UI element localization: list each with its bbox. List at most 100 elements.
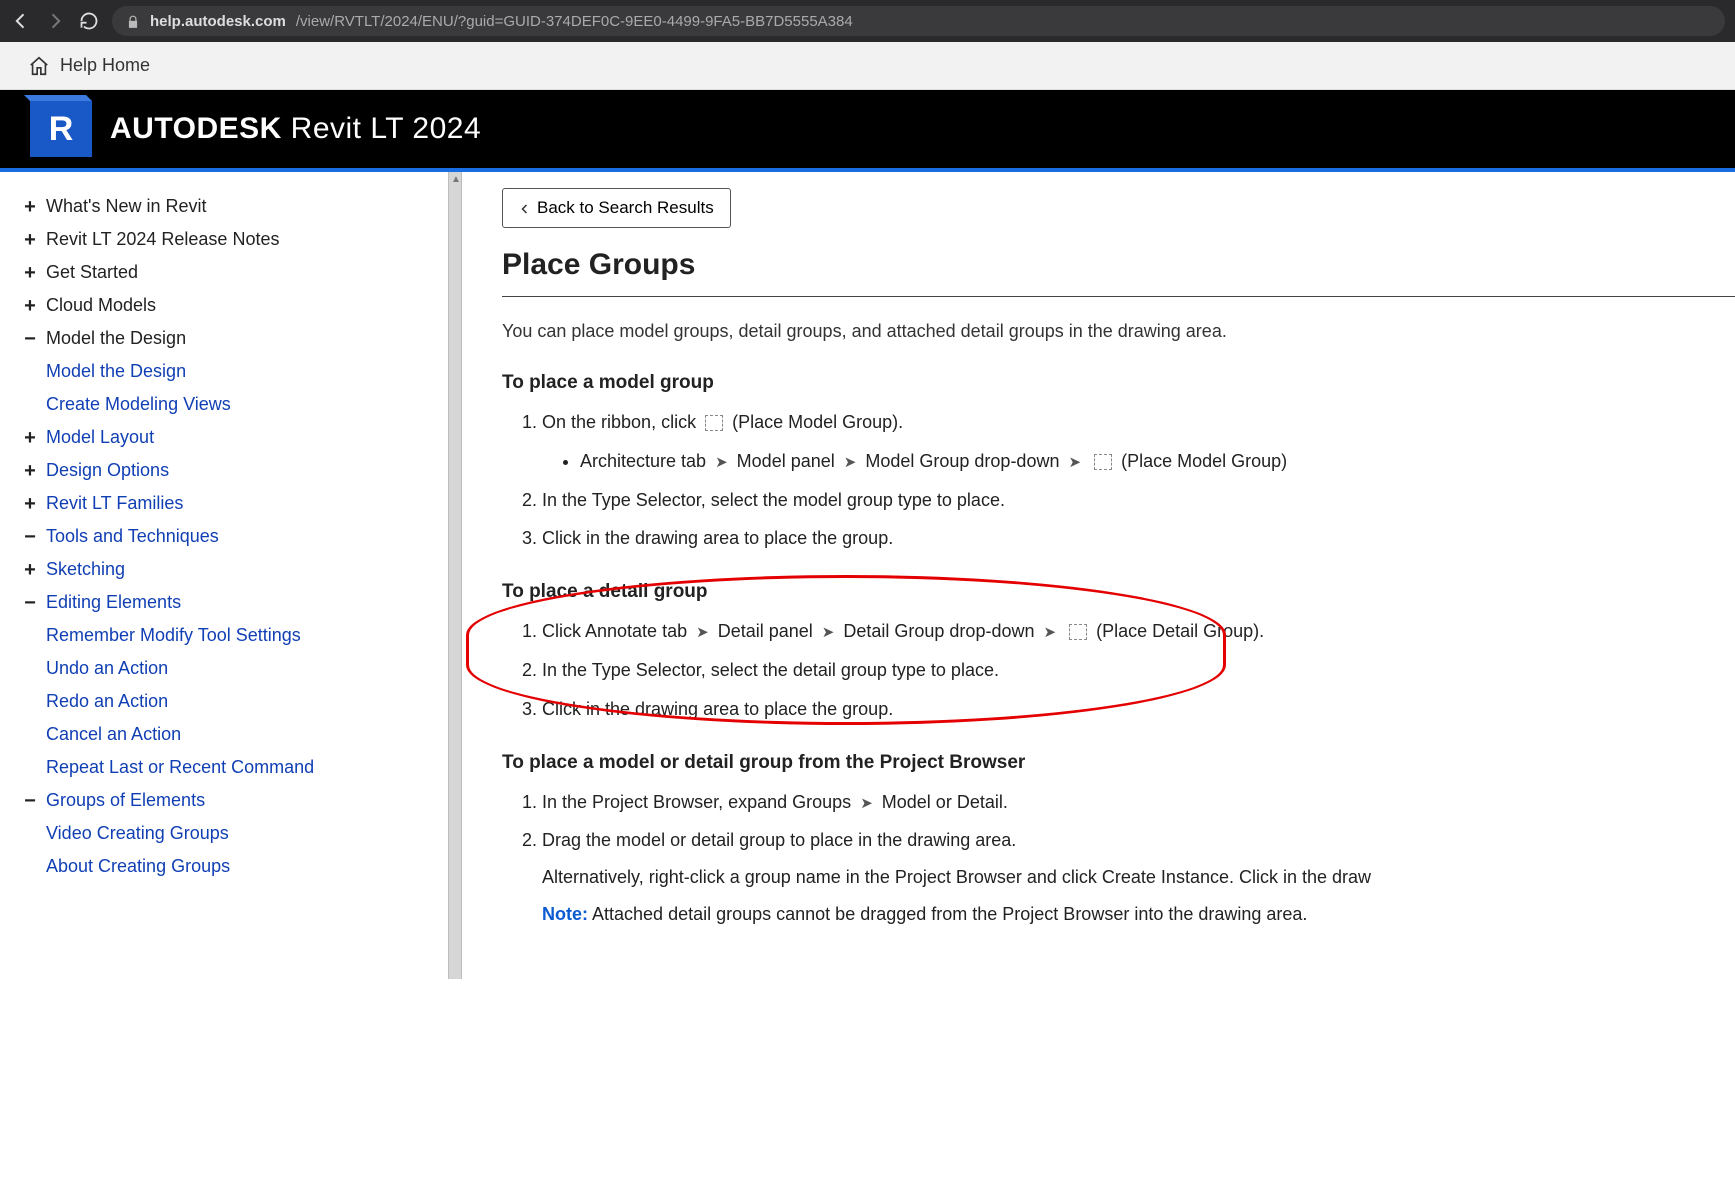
place-detail-group-icon xyxy=(1069,624,1087,640)
collapse-icon[interactable]: − xyxy=(20,527,40,547)
sidebar-link[interactable]: Video Creating Groups xyxy=(46,823,229,844)
step-text: Drag the model or detail group to place … xyxy=(542,830,1016,850)
step-alt-text: Alternatively, right-click a group name … xyxy=(542,863,1735,892)
sidebar-item: Undo an Action xyxy=(20,652,428,685)
sidebar-link[interactable]: Cloud Models xyxy=(46,295,156,316)
section-heading-detail-group: To place a detail group xyxy=(502,581,1735,603)
sidebar-link[interactable]: Groups of Elements xyxy=(46,790,205,811)
step: Click in the drawing area to place the g… xyxy=(542,524,1735,553)
sidebar-link[interactable]: Get Started xyxy=(46,262,138,283)
sidebar-link[interactable]: Model Layout xyxy=(46,427,154,448)
address-bar[interactable]: help.autodesk.com/view/RVTLT/2024/ENU/?g… xyxy=(112,6,1725,36)
expand-icon[interactable]: + xyxy=(20,428,40,448)
step: In the Type Selector, select the detail … xyxy=(542,656,1735,685)
collapse-icon[interactable]: − xyxy=(20,329,40,349)
sidebar-link[interactable]: About Creating Groups xyxy=(46,856,230,877)
step-note: Note: Attached detail groups cannot be d… xyxy=(542,900,1735,929)
sidebar-item: + Get Started xyxy=(20,256,428,289)
sidebar-link[interactable]: What's New in Revit xyxy=(46,196,206,217)
expand-icon[interactable]: + xyxy=(20,494,40,514)
browser-chrome: help.autodesk.com/view/RVTLT/2024/ENU/?g… xyxy=(0,0,1735,42)
collapse-icon[interactable]: − xyxy=(20,593,40,613)
sidebar-link[interactable]: Editing Elements xyxy=(46,592,181,613)
arrow-icon: ➤ xyxy=(1068,451,1081,475)
sidebar-item: Remember Modify Tool Settings xyxy=(20,619,428,652)
brand-company: AUTODESK xyxy=(110,112,282,145)
step: Click in the drawing area to place the g… xyxy=(542,695,1735,724)
arrow-icon: ➤ xyxy=(715,451,728,475)
sidebar: + What's New in Revit + Revit LT 2024 Relea… xyxy=(0,172,448,979)
splitter-handle[interactable] xyxy=(448,172,462,979)
path-part: Detail panel xyxy=(718,621,813,641)
note-label: Note: xyxy=(542,904,588,924)
steps-detail-group: Click Annotate tab ➤ Detail panel ➤ Deta… xyxy=(502,617,1735,723)
step: In the Project Browser, expand Groups ➤ … xyxy=(542,788,1735,817)
brand-bar: R AUTODESK Revit LT 2024 xyxy=(0,90,1735,172)
back-to-results-button[interactable]: Back to Search Results xyxy=(502,188,731,228)
nav-reload-button[interactable] xyxy=(78,11,100,31)
step-text: (Place Model Group). xyxy=(732,412,903,432)
sidebar-item: Redo an Action xyxy=(20,685,428,718)
arrow-icon: ➤ xyxy=(844,451,857,475)
page-title: Place Groups xyxy=(502,248,1735,282)
sidebar-link[interactable]: Model the Design xyxy=(46,361,186,382)
sidebar-link[interactable]: Model the Design xyxy=(46,328,186,349)
sidebar-item: + What's New in Revit xyxy=(20,190,428,223)
sidebar-link[interactable]: Remember Modify Tool Settings xyxy=(46,625,301,646)
sidebar-link[interactable]: Create Modeling Views xyxy=(46,394,231,415)
step-text: On the ribbon, click xyxy=(542,412,696,432)
help-home-bar: Help Home xyxy=(0,42,1735,90)
sidebar-link[interactable]: Redo an Action xyxy=(46,691,168,712)
steps-model-group: On the ribbon, click (Place Model Group)… xyxy=(502,408,1735,553)
sidebar-link[interactable]: Undo an Action xyxy=(46,658,168,679)
home-icon xyxy=(28,55,50,77)
expand-icon[interactable]: + xyxy=(20,461,40,481)
sidebar-item: Cancel an Action xyxy=(20,718,428,751)
expand-icon[interactable]: + xyxy=(20,197,40,217)
sidebar-link[interactable]: Revit LT 2024 Release Notes xyxy=(46,229,279,250)
step: Drag the model or detail group to place … xyxy=(542,826,1735,928)
arrow-icon: ➤ xyxy=(822,621,835,645)
brand-text: AUTODESK Revit LT 2024 xyxy=(110,112,481,146)
expand-icon[interactable]: + xyxy=(20,263,40,283)
sidebar-item: About Creating Groups xyxy=(20,850,428,883)
sidebar-link[interactable]: Revit LT Families xyxy=(46,493,183,514)
step: In the Type Selector, select the model g… xyxy=(542,486,1735,515)
brand-product: Revit LT 2024 xyxy=(291,112,482,145)
sidebar-item: Create Modeling Views xyxy=(20,388,428,421)
expand-icon[interactable]: + xyxy=(20,560,40,580)
sidebar-link[interactable]: Cancel an Action xyxy=(46,724,181,745)
path-part: Architecture tab xyxy=(580,451,706,471)
sidebar-item: + Revit LT 2024 Release Notes xyxy=(20,223,428,256)
steps-project-browser: In the Project Browser, expand Groups ➤ … xyxy=(502,788,1735,929)
back-label: Back to Search Results xyxy=(537,198,714,218)
sidebar-item: Video Creating Groups xyxy=(20,817,428,850)
path-part: Click Annotate tab xyxy=(542,621,687,641)
sidebar-item: + Revit LT Families xyxy=(20,487,428,520)
product-logo: R xyxy=(30,101,92,157)
sidebar-link[interactable]: Design Options xyxy=(46,460,169,481)
expand-icon[interactable]: + xyxy=(20,296,40,316)
sidebar-item: −Groups of Elements xyxy=(20,784,428,817)
sidebar-link[interactable]: Tools and Techniques xyxy=(46,526,219,547)
nav-forward-button[interactable] xyxy=(44,11,66,31)
sidebar-link[interactable]: Sketching xyxy=(46,559,125,580)
help-home-link[interactable]: Help Home xyxy=(60,55,150,76)
sidebar-item: Repeat Last or Recent Command xyxy=(20,751,428,784)
step-text: Model or Detail. xyxy=(882,792,1008,812)
sidebar-item: + Design Options xyxy=(20,454,428,487)
collapse-icon[interactable]: − xyxy=(20,791,40,811)
title-divider xyxy=(502,296,1735,297)
sidebar-link[interactable]: Repeat Last or Recent Command xyxy=(46,757,314,778)
path-part: Model Group drop-down xyxy=(865,451,1059,471)
sidebar-item: −Tools and Techniques xyxy=(20,520,428,553)
arrow-icon: ➤ xyxy=(696,621,709,645)
step-text: In the Project Browser, expand Groups xyxy=(542,792,851,812)
place-model-group-icon xyxy=(705,415,723,431)
path-part: Model panel xyxy=(737,451,835,471)
sidebar-item: −Model the Design xyxy=(20,322,428,355)
sidebar-item: + Cloud Models xyxy=(20,289,428,322)
nav-back-button[interactable] xyxy=(10,11,32,31)
section-heading-project-browser: To place a model or detail group from th… xyxy=(502,752,1735,774)
expand-icon[interactable]: + xyxy=(20,230,40,250)
